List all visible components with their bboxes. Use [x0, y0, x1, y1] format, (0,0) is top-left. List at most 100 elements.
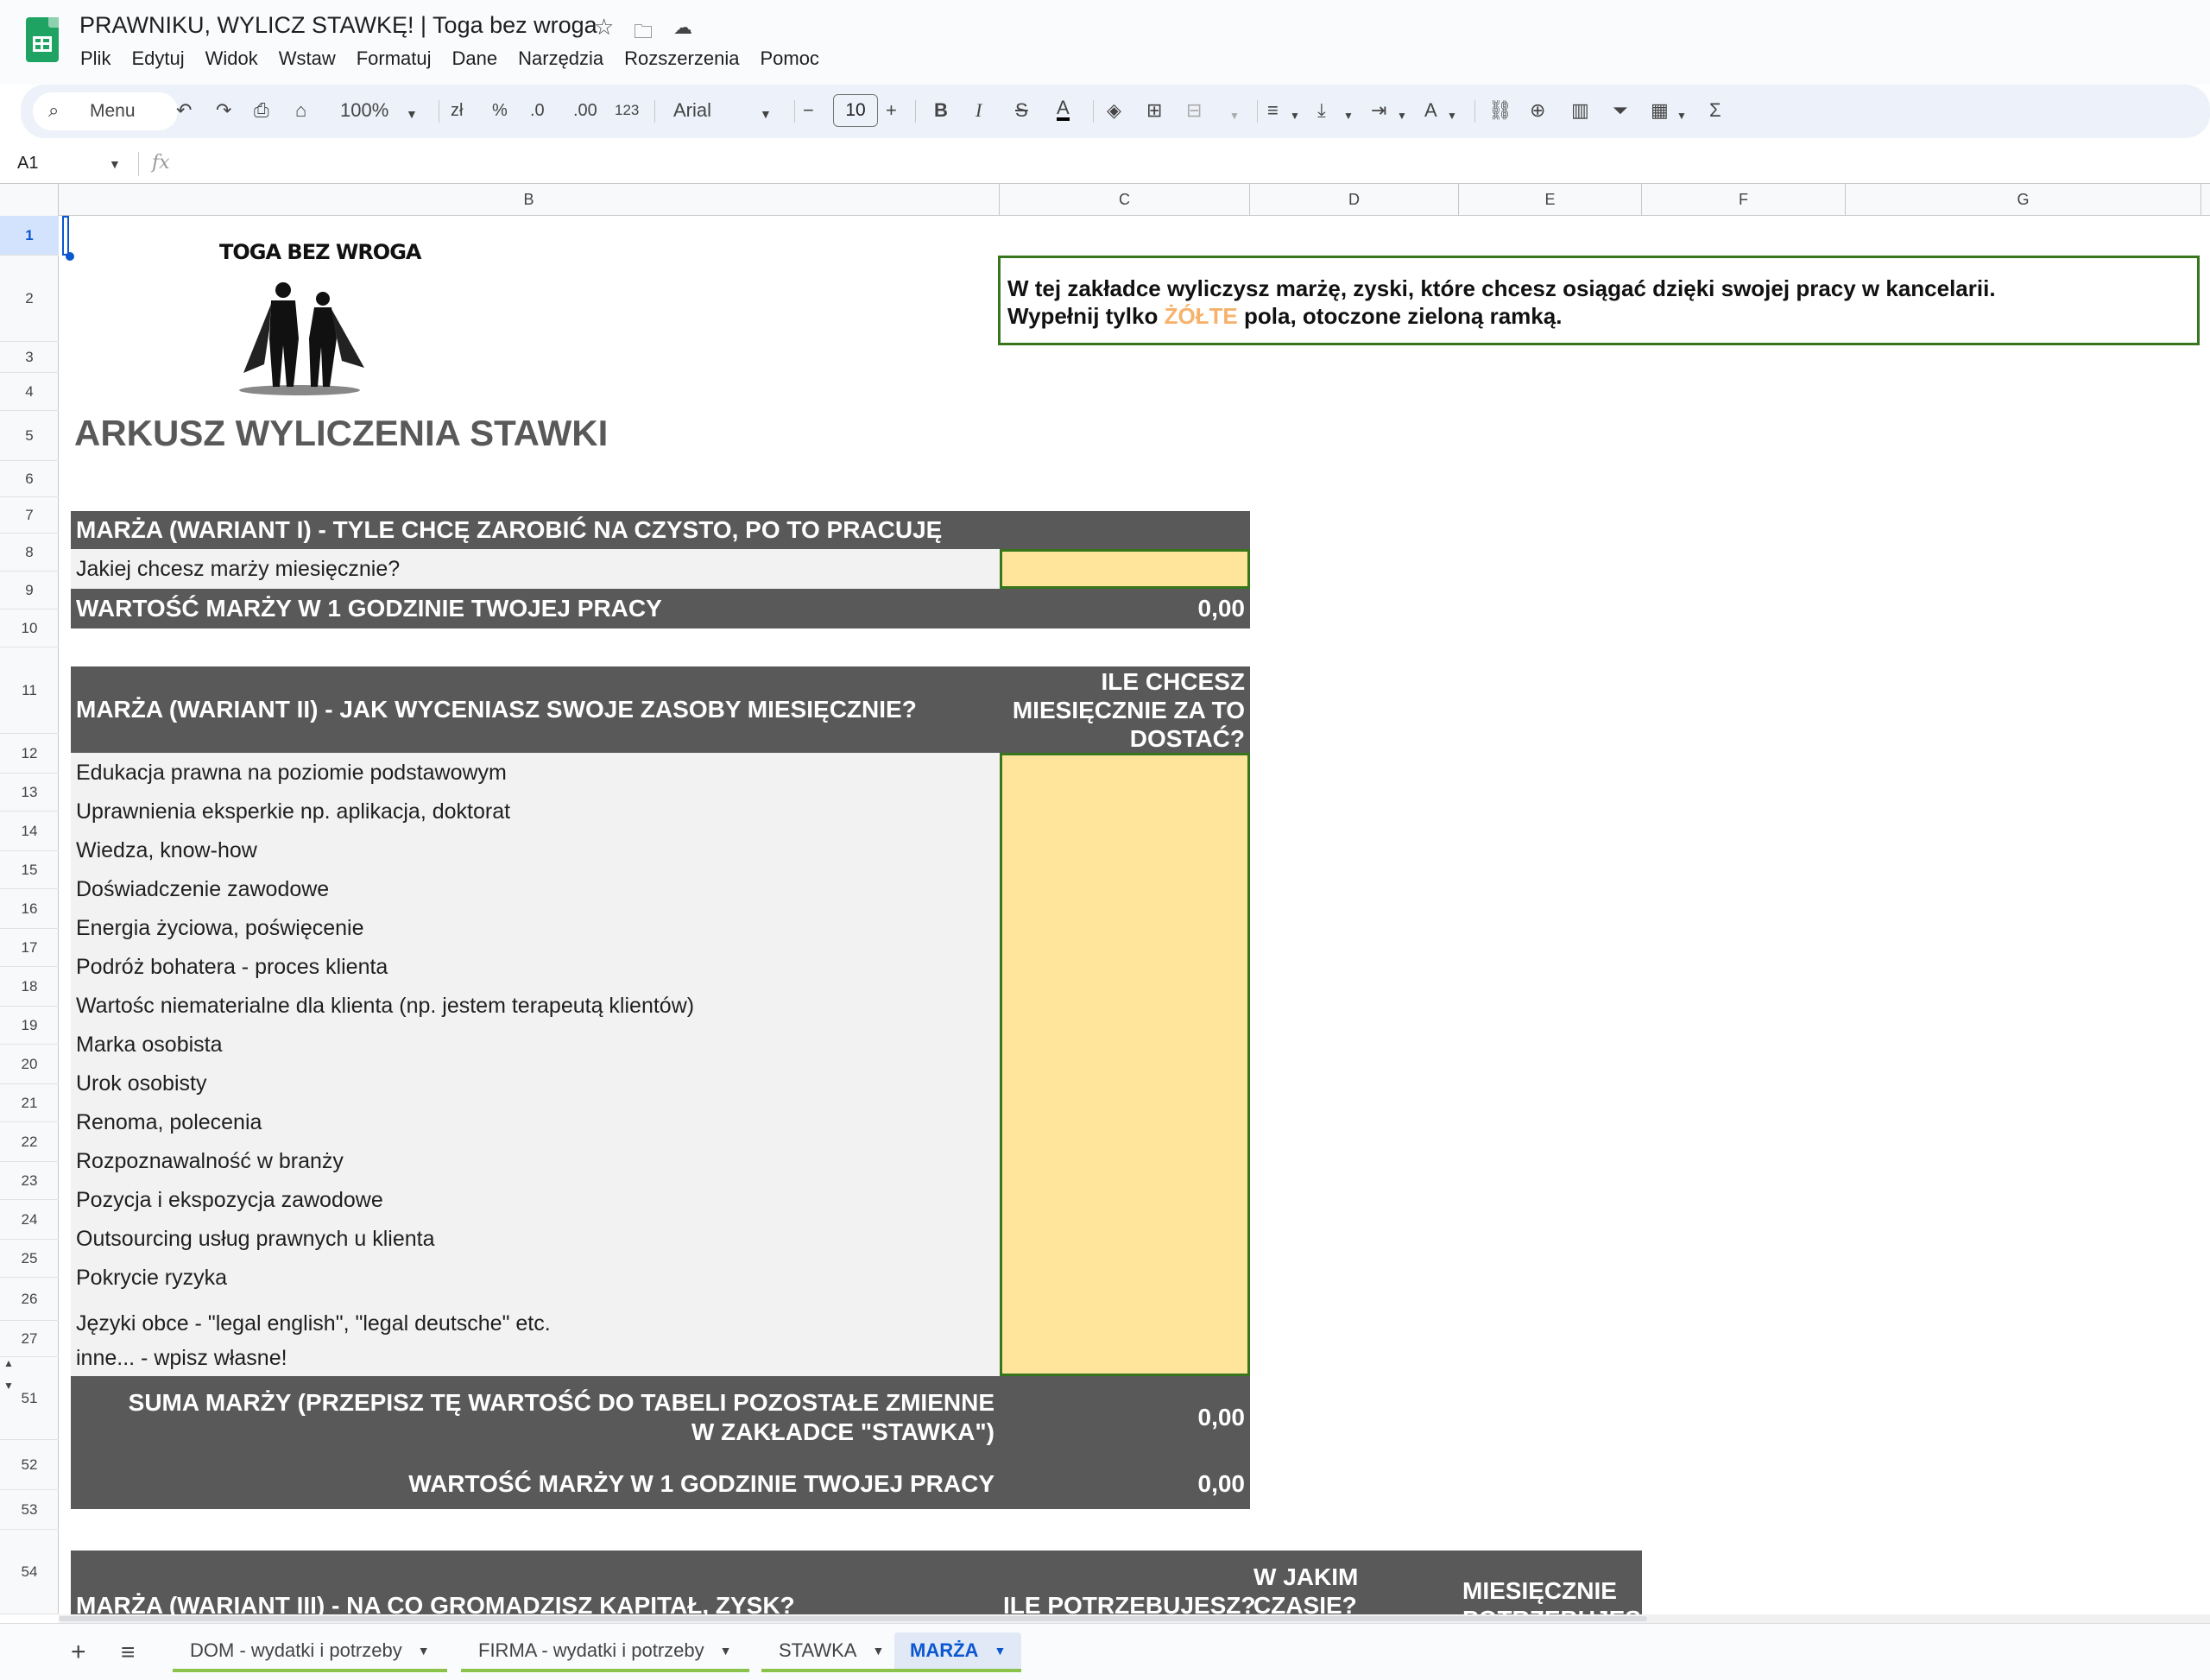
row-header[interactable]: 5 [0, 411, 59, 461]
chevron-down-icon[interactable]: ▼ [994, 1644, 1006, 1658]
borders-icon[interactable]: ⊞ [1146, 98, 1162, 123]
row-header[interactable]: 19 [0, 1007, 59, 1045]
menu-item-edytuj[interactable]: Edytuj [131, 47, 184, 70]
menu-item-pomoc[interactable]: Pomoc [760, 47, 818, 70]
font-dropdown-icon[interactable]: ▼ [760, 102, 772, 126]
row-header[interactable]: 3 [0, 342, 59, 373]
insert-link-icon[interactable]: ⛓ [1488, 98, 1512, 123]
sheets-logo-icon[interactable] [26, 17, 59, 62]
fill-color-icon[interactable]: ◈ [1107, 98, 1121, 123]
text-wrapping-dropdown-icon[interactable]: ▼ [1397, 104, 1407, 128]
selected-cell-a1[interactable] [62, 216, 69, 256]
row-header[interactable]: 1 [0, 216, 59, 256]
number-format-button[interactable]: 123 [615, 98, 639, 123]
decrease-decimal-button[interactable]: .0 [530, 98, 545, 123]
undo-icon[interactable]: ↶ [176, 98, 192, 123]
add-sheet-icon[interactable]: + [71, 1633, 86, 1672]
collapse-rows-icon[interactable]: ▼ [3, 1380, 14, 1392]
row-header[interactable]: 15 [0, 851, 59, 889]
menu-item-widok[interactable]: Widok [205, 47, 258, 70]
filter-views-icon[interactable]: ▦ [1651, 98, 1669, 123]
sheet-tab-marza[interactable]: MARŻA ▼ [894, 1633, 1022, 1672]
italic-icon[interactable]: I [976, 98, 982, 123]
horizontal-align-icon[interactable]: ≡ [1267, 98, 1279, 123]
menu-item-plik[interactable]: Plik [80, 47, 110, 70]
row-header[interactable]: 10 [0, 609, 59, 647]
row-header[interactable]: 26 [0, 1278, 59, 1321]
all-sheets-icon[interactable]: ≡ [121, 1633, 135, 1672]
horizontal-align-dropdown-icon[interactable]: ▼ [1290, 104, 1300, 128]
font-size-decrease-icon[interactable]: − [803, 98, 814, 123]
row-header[interactable]: 4 [0, 373, 59, 411]
zoom-select[interactable]: 100% [340, 98, 388, 123]
row-header[interactable]: 24 [0, 1200, 59, 1240]
row-header[interactable]: 14 [0, 812, 59, 851]
vertical-align-dropdown-icon[interactable]: ▼ [1343, 104, 1354, 128]
print-icon[interactable]: ⎙ [254, 98, 269, 123]
redo-icon[interactable]: ↷ [216, 98, 231, 123]
move-folder-icon[interactable]: 🗀 [634, 17, 653, 50]
menu-search[interactable]: ⌕ Menu [33, 92, 178, 130]
star-icon[interactable]: ☆ [594, 14, 614, 41]
filter-icon[interactable]: ⏷ [1613, 98, 1628, 123]
merge-dropdown-icon[interactable]: ▼ [1229, 104, 1240, 128]
document-title[interactable]: PRAWNIKU, WYLICZ STAWKĘ! | Toga bez wrog… [79, 12, 597, 39]
cloud-status-icon[interactable]: ☁ [673, 16, 692, 39]
row-header[interactable]: 51 [0, 1357, 59, 1440]
font-select[interactable]: Arial [673, 98, 711, 123]
menu-item-wstaw[interactable]: Wstaw [279, 47, 336, 70]
merge-cells-icon[interactable]: ⊟ [1186, 98, 1202, 123]
fill-handle[interactable] [66, 252, 74, 261]
text-rotation-dropdown-icon[interactable]: ▼ [1447, 104, 1457, 128]
variant1-input-cell[interactable] [1000, 549, 1250, 589]
chevron-down-icon[interactable]: ▼ [872, 1644, 884, 1658]
sheet-tab-firma[interactable]: FIRMA - wydatki i potrzeby ▼ [461, 1633, 749, 1672]
font-size-increase-icon[interactable]: + [886, 98, 897, 123]
row-header[interactable]: 23 [0, 1162, 59, 1200]
insert-chart-icon[interactable]: ▥ [1571, 98, 1589, 123]
name-box[interactable]: A1 [17, 154, 38, 174]
chevron-down-icon[interactable]: ▼ [720, 1644, 732, 1658]
row-header[interactable]: 20 [0, 1045, 59, 1084]
variant2-input-column[interactable] [1000, 753, 1250, 1376]
column-header-b[interactable]: B [59, 184, 1000, 216]
row-header[interactable]: 12 [0, 734, 59, 774]
horizontal-scrollbar[interactable] [59, 1614, 2210, 1623]
text-wrapping-icon[interactable]: ⇥ [1371, 98, 1386, 123]
menu-item-narzedzia[interactable]: Narzędzia [518, 47, 603, 70]
insert-comment-icon[interactable]: ⊕ [1530, 98, 1545, 123]
menu-item-rozszerzenia[interactable]: Rozszerzenia [624, 47, 739, 70]
row-header[interactable]: 16 [0, 889, 59, 929]
chevron-down-icon[interactable]: ▼ [418, 1644, 430, 1658]
expand-rows-icon[interactable]: ▲ [3, 1357, 14, 1369]
select-all-corner[interactable] [0, 184, 59, 216]
row-header[interactable]: 25 [0, 1240, 59, 1278]
column-header-d[interactable]: D [1250, 184, 1459, 216]
text-rotation-icon[interactable]: A [1424, 98, 1437, 123]
row-header[interactable]: 52 [0, 1440, 59, 1490]
strikethrough-icon[interactable]: S [1015, 98, 1028, 123]
menu-item-formatuj[interactable]: Formatuj [357, 47, 432, 70]
vertical-align-icon[interactable]: ⤓ [1317, 98, 1326, 123]
filter-views-dropdown-icon[interactable]: ▼ [1676, 104, 1687, 128]
sheet-tab-stawka[interactable]: STAWKA ▼ [761, 1633, 902, 1672]
font-size-input[interactable]: 10 [833, 94, 878, 127]
percent-format-button[interactable]: % [492, 98, 508, 123]
zoom-dropdown-icon[interactable]: ▼ [406, 102, 418, 126]
paint-format-icon[interactable]: ⌂ [295, 98, 306, 123]
row-header[interactable]: 27 [0, 1321, 59, 1357]
row-header[interactable]: 2 [0, 256, 59, 342]
menu-item-dane[interactable]: Dane [452, 47, 498, 70]
row-header[interactable]: 8 [0, 534, 59, 572]
column-header-c[interactable]: C [1000, 184, 1250, 216]
row-header[interactable]: 6 [0, 461, 59, 497]
row-header[interactable]: 7 [0, 497, 59, 534]
row-header[interactable]: 54 [0, 1530, 59, 1614]
name-box-dropdown-icon[interactable]: ▼ [109, 157, 121, 171]
row-header[interactable]: 22 [0, 1122, 59, 1162]
row-header[interactable]: 11 [0, 647, 59, 734]
column-header-f[interactable]: F [1642, 184, 1846, 216]
currency-format-button[interactable]: zł [451, 98, 463, 123]
row-header[interactable]: 53 [0, 1490, 59, 1530]
row-header[interactable]: 9 [0, 572, 59, 609]
